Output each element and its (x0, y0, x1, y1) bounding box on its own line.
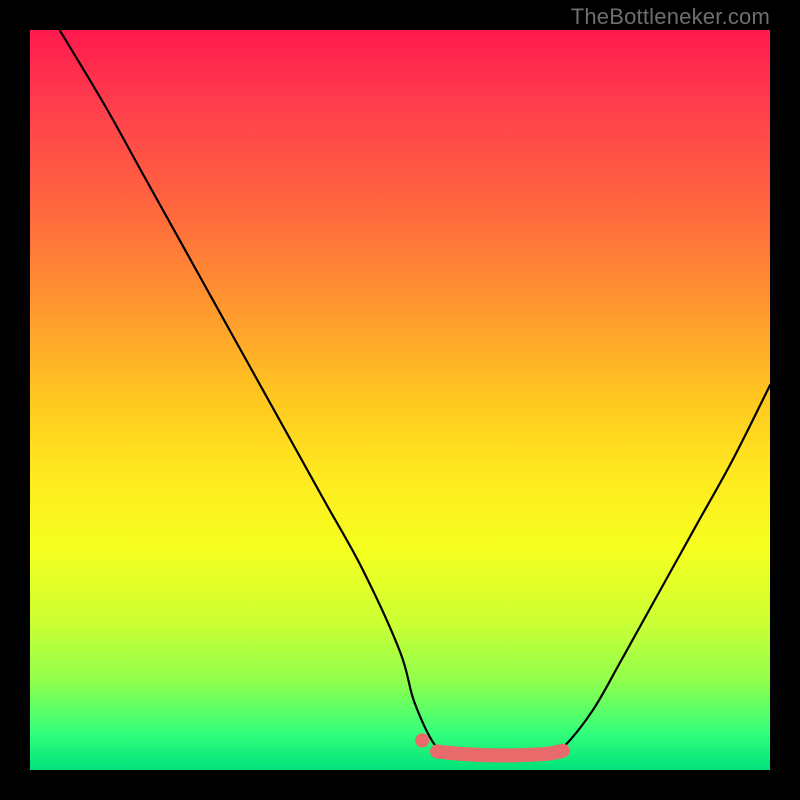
watermark-text: TheBottleneker.com (571, 4, 770, 30)
chart-frame: TheBottleneker.com (0, 0, 800, 800)
target-band-path (437, 751, 563, 756)
bottleneck-curve-path (60, 30, 770, 756)
chart-svg (30, 30, 770, 770)
target-point-marker (415, 733, 429, 747)
plot-area (30, 30, 770, 770)
